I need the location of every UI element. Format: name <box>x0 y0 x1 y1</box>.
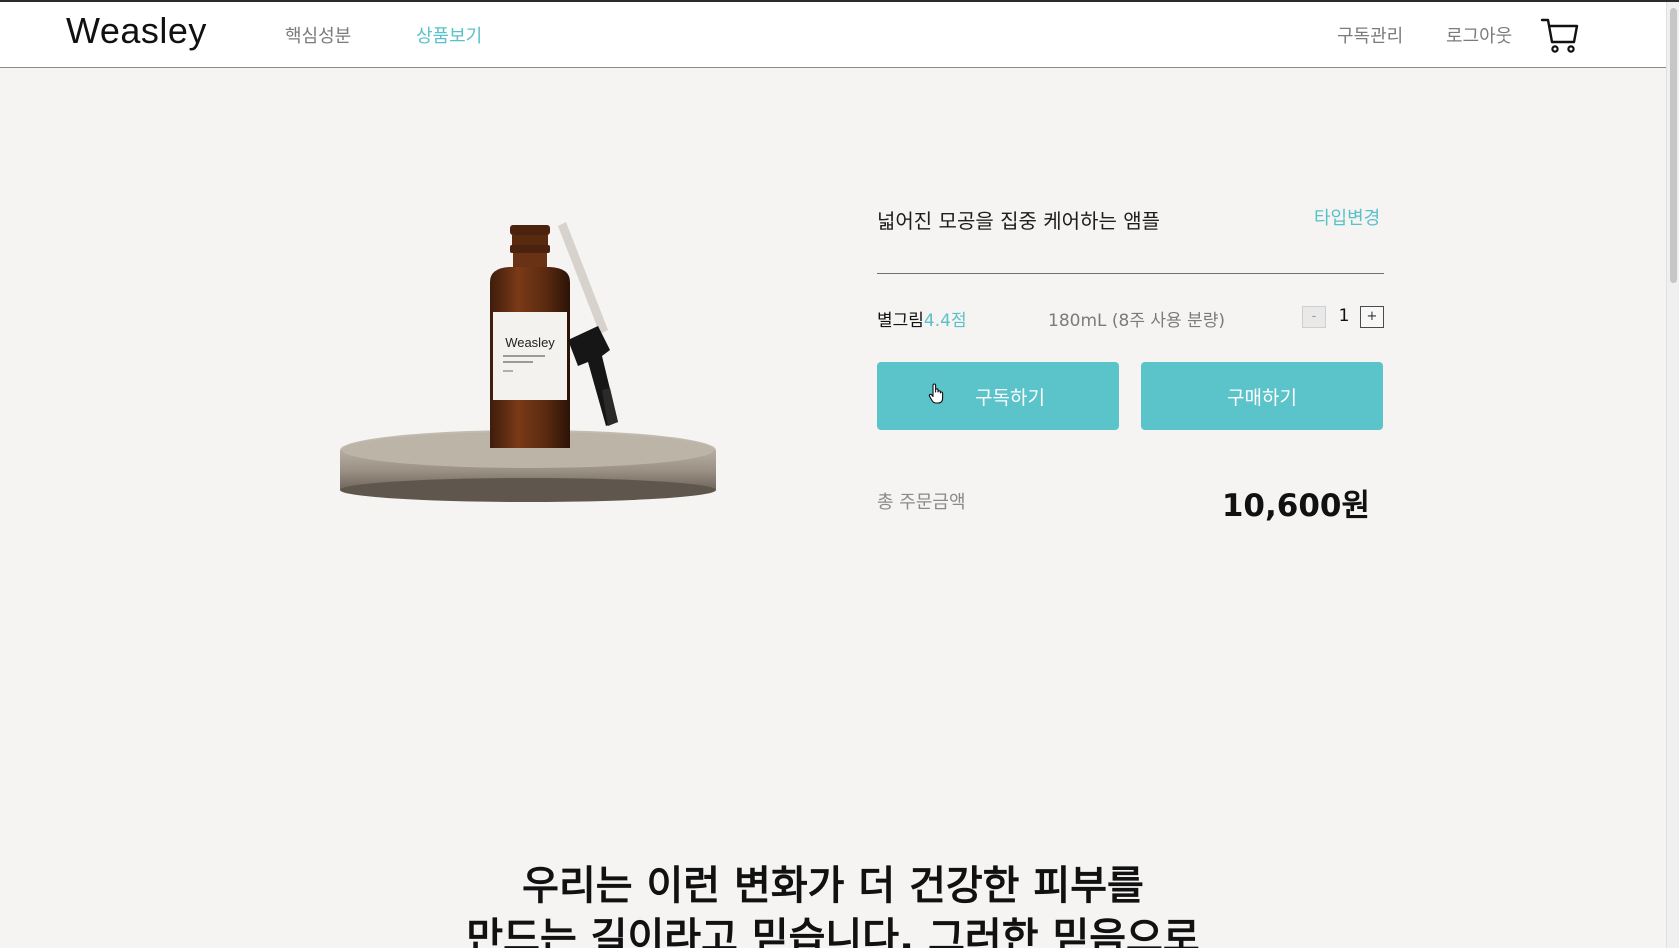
product-rating: 별그림4.4점 <box>877 306 967 331</box>
buy-button[interactable]: 구매하기 <box>1141 362 1383 430</box>
product-title: 넓어진 모공을 집중 케어하는 앰플 <box>877 209 1161 233</box>
brand-slogan: 우리는 이런 변화가 더 건강한 피부를 만드는 길이라고 믿습니다. 그러한 … <box>0 860 1666 948</box>
nav-ingredients[interactable]: 핵심성분 <box>285 22 351 48</box>
type-change-link[interactable]: 타입변경 <box>1314 204 1380 230</box>
scrollbar-thumb[interactable] <box>1670 8 1677 283</box>
quantity-stepper: - 1 + <box>1302 306 1384 330</box>
order-total-label: 총 주문금액 <box>877 492 966 513</box>
subscribe-button[interactable]: 구독하기 <box>877 362 1119 430</box>
nav-products[interactable]: 상품보기 <box>416 22 482 48</box>
cart-icon[interactable] <box>1540 14 1580 54</box>
nav-logout[interactable]: 로그아웃 <box>1446 22 1512 48</box>
scrollbar[interactable] <box>1666 2 1679 948</box>
quantity-value: 1 <box>1338 306 1350 326</box>
slogan-line-2: 만드는 길이라고 믿습니다. 그러한 믿음으로 <box>466 915 1200 948</box>
divider <box>877 273 1384 274</box>
nav-subscription-manage[interactable]: 구독관리 <box>1337 22 1403 48</box>
slogan-line-1: 우리는 이런 변화가 더 건강한 피부를 <box>522 863 1144 909</box>
rating-score: 4.4점 <box>923 311 967 331</box>
order-total-value: 10,600원 <box>1221 488 1370 524</box>
site-header: Weasley 핵심성분 상품보기 구독관리 로그아웃 <box>0 2 1666 68</box>
site-logo[interactable]: Weasley <box>66 10 207 52</box>
quantity-decrease-button[interactable]: - <box>1302 306 1326 328</box>
product-volume: 180mL (8주 사용 분량) <box>1048 311 1225 331</box>
svg-text:Weasley: Weasley <box>505 335 555 350</box>
hand-pointer-icon <box>928 383 946 405</box>
subscribe-button-label: 구독하기 <box>975 386 1045 409</box>
quantity-increase-button[interactable]: + <box>1360 306 1384 328</box>
product-image: Weasley <box>340 200 740 530</box>
rating-label: 별그림 <box>877 311 924 331</box>
